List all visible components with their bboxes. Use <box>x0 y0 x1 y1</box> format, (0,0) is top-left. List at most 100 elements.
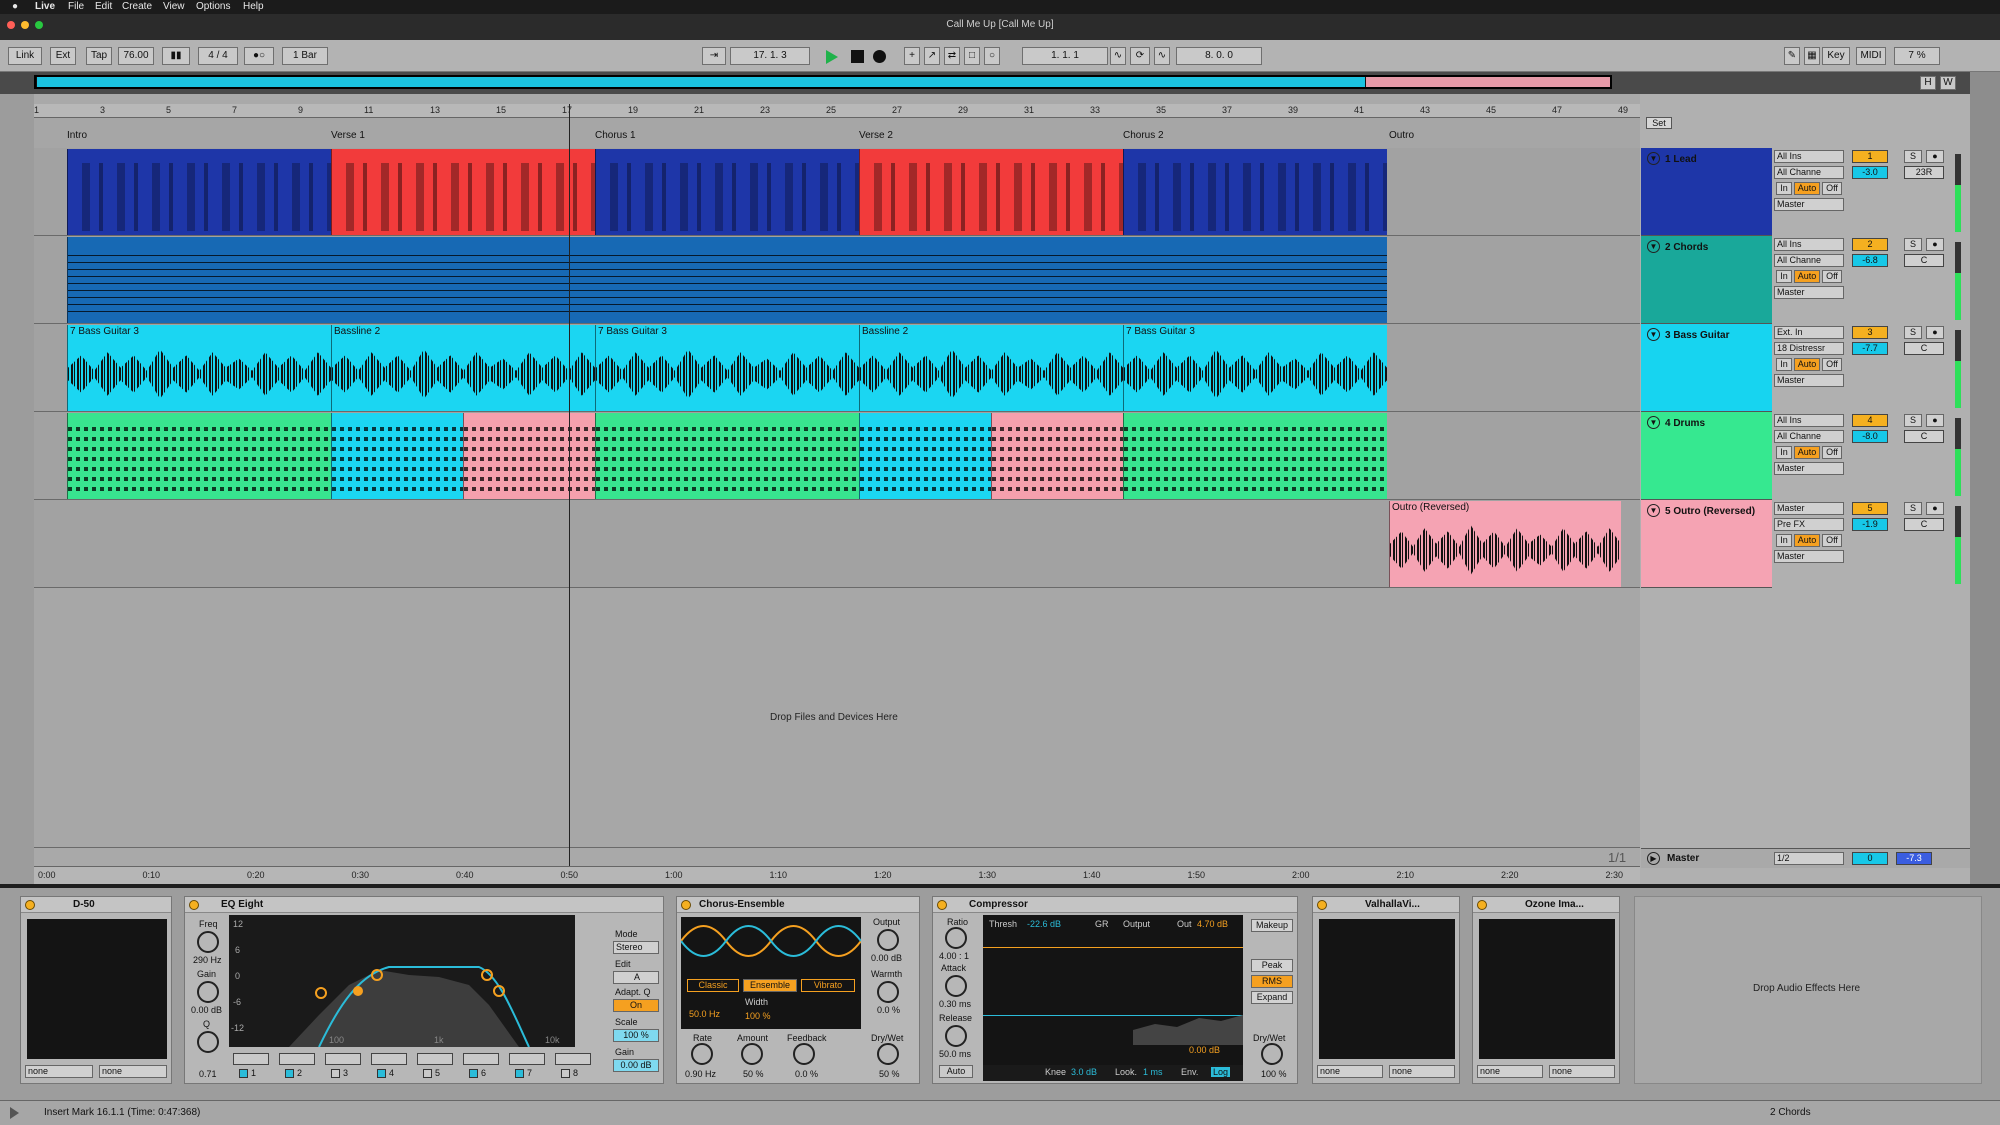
track-fold-icon[interactable]: ▼ <box>1647 504 1660 517</box>
track-input-select[interactable]: All Ins <box>1774 414 1844 427</box>
eq-band-toggle[interactable] <box>561 1069 570 1078</box>
d50-plugin-display[interactable] <box>27 919 167 1059</box>
eq-adapt-button[interactable]: On <box>613 999 659 1012</box>
master-fold-icon[interactable]: ▶ <box>1647 852 1660 865</box>
menu-create[interactable]: Create <box>122 1 152 12</box>
link-button[interactable]: Link <box>8 47 42 65</box>
track-output-select[interactable]: Master <box>1774 198 1844 211</box>
track-pan[interactable]: 23R <box>1904 166 1944 179</box>
chorus-rate-knob[interactable] <box>691 1043 713 1065</box>
locator-marker[interactable]: Outro <box>1389 130 1414 141</box>
eq-band-toggle[interactable] <box>285 1069 294 1078</box>
monitor-off-button[interactable]: Off <box>1822 358 1842 371</box>
status-toggle-icon[interactable] <box>10 1107 19 1119</box>
monitor-auto-button[interactable]: Auto <box>1794 534 1820 547</box>
ozone-select-b[interactable]: none <box>1549 1065 1615 1078</box>
track-channel-select[interactable]: Pre FX <box>1774 518 1844 531</box>
metronome-icon[interactable]: ▮▮ <box>162 47 190 65</box>
track-activator-button[interactable]: 4 <box>1852 414 1888 427</box>
clip-drums-7[interactable] <box>1123 413 1387 499</box>
ozone-plugin-display[interactable] <box>1479 919 1615 1059</box>
monitor-auto-button[interactable]: Auto <box>1794 270 1820 283</box>
close-window-icon[interactable] <box>7 21 15 29</box>
track-output-select[interactable]: Master <box>1774 550 1844 563</box>
w-button[interactable]: W <box>1940 76 1956 90</box>
empty-drop-area[interactable]: Drop Files and Devices Here <box>34 588 1640 848</box>
clip-lead-chorus2[interactable] <box>1123 149 1387 235</box>
menu-file[interactable]: File <box>68 1 84 12</box>
loop-switch-icon[interactable]: ⟳ <box>1130 47 1150 65</box>
monitor-in-button[interactable]: In <box>1776 182 1792 195</box>
comp-attack-knob[interactable] <box>945 975 967 997</box>
clip-drums-5[interactable] <box>859 413 991 499</box>
clip-drums-2[interactable] <box>331 413 463 499</box>
valhalla-select-a[interactable]: none <box>1317 1065 1383 1078</box>
chorus-classic-button[interactable]: Classic <box>687 979 739 992</box>
ozone-power-icon[interactable] <box>1477 900 1487 910</box>
eq-band-toggle[interactable] <box>515 1069 524 1078</box>
clip-lead-verse1[interactable] <box>331 149 595 235</box>
track-pan[interactable]: C <box>1904 518 1944 531</box>
solo-button[interactable]: S <box>1904 150 1922 163</box>
track-pan[interactable]: C <box>1904 430 1944 443</box>
ozone-select-a[interactable]: none <box>1477 1065 1543 1078</box>
clip-lead-chorus1[interactable] <box>595 149 859 235</box>
track-header[interactable]: ▼ 4 Drums <box>1641 412 1772 500</box>
comp-display[interactable]: Thresh -22.6 dB GR Output Out 4.70 dB 0.… <box>983 915 1243 1065</box>
track-channel-select[interactable]: All Channe <box>1774 254 1844 267</box>
solo-button[interactable]: S <box>1904 238 1922 251</box>
track-activator-button[interactable]: 1 <box>1852 150 1888 163</box>
monitor-in-button[interactable]: In <box>1776 358 1792 371</box>
master-cue-select[interactable]: 1/2 <box>1774 852 1844 865</box>
valhalla-select-b[interactable]: none <box>1389 1065 1455 1078</box>
chorus-power-icon[interactable] <box>681 900 691 910</box>
device-ozone[interactable]: Ozone Ima... none none <box>1472 896 1620 1084</box>
d50-power-icon[interactable] <box>25 900 35 910</box>
stop-icon[interactable] <box>851 50 864 63</box>
valhalla-power-icon[interactable] <box>1317 900 1327 910</box>
track-channel-select[interactable]: All Channe <box>1774 166 1844 179</box>
computer-keyboard-icon[interactable]: ▦ <box>1804 47 1820 65</box>
track-input-select[interactable]: Ext. In <box>1774 326 1844 339</box>
eq-freq-knob[interactable] <box>197 931 219 953</box>
key-map-button[interactable]: Key <box>1822 47 1850 65</box>
track-channel-select[interactable]: 18 Distressr <box>1774 342 1844 355</box>
tempo-field[interactable]: 76.00 <box>118 47 154 65</box>
overview-window[interactable] <box>34 75 1612 89</box>
overdub-icon[interactable]: + <box>904 47 920 65</box>
menu-view[interactable]: View <box>163 1 185 12</box>
comp-expand-button[interactable]: Expand <box>1251 991 1293 1004</box>
time-ruler[interactable]: 0:00 0:10 0:20 0:30 0:40 0:50 1:00 1:10 1:20 1:30… <box>34 866 1640 884</box>
play-icon[interactable] <box>826 50 838 64</box>
monitor-in-button[interactable]: In <box>1776 270 1792 283</box>
track-output-select[interactable]: Master <box>1774 374 1844 387</box>
eq-band-toggle[interactable] <box>469 1069 478 1078</box>
playhead[interactable] <box>569 104 570 874</box>
menu-options[interactable]: Options <box>196 1 230 12</box>
eq-band-toggle[interactable] <box>377 1069 386 1078</box>
track-volume[interactable]: -8.0 <box>1852 430 1888 443</box>
follow-icon[interactable]: ⇥ <box>702 47 726 65</box>
set-button[interactable]: Set <box>1646 117 1672 129</box>
menu-live[interactable]: Live <box>35 1 55 12</box>
track-pan[interactable]: C <box>1904 254 1944 267</box>
track-activator-button[interactable]: 2 <box>1852 238 1888 251</box>
track-volume[interactable]: -6.8 <box>1852 254 1888 267</box>
chorus-ensemble-button[interactable]: Ensemble <box>743 979 797 992</box>
track-header[interactable]: ▼ 3 Bass Guitar <box>1641 324 1772 412</box>
track-output-select[interactable]: Master <box>1774 286 1844 299</box>
monitor-in-button[interactable]: In <box>1776 446 1792 459</box>
monitor-in-button[interactable]: In <box>1776 534 1792 547</box>
midi-map-button[interactable]: MIDI <box>1856 47 1886 65</box>
arm-button[interactable]: ● <box>1926 150 1944 163</box>
locator-marker[interactable]: Verse 1 <box>331 130 365 141</box>
d50-select-b[interactable]: none <box>99 1065 167 1078</box>
master-track-header[interactable]: ▶ Master 1/2 0 -7.3 <box>1641 848 1970 868</box>
eq-gain-knob[interactable] <box>197 981 219 1003</box>
track-input-select[interactable]: All Ins <box>1774 238 1844 251</box>
track-output-select[interactable]: Master <box>1774 462 1844 475</box>
track-input-select[interactable]: All Ins <box>1774 150 1844 163</box>
eq-band-filter-icon[interactable] <box>279 1053 315 1065</box>
device-eq-eight[interactable]: EQ Eight Freq 290 Hz Gain 0.00 dB Q 0.71… <box>184 896 664 1084</box>
chorus-display[interactable]: Classic Ensemble Vibrato 50.0 Hz Width 1… <box>681 917 861 1029</box>
